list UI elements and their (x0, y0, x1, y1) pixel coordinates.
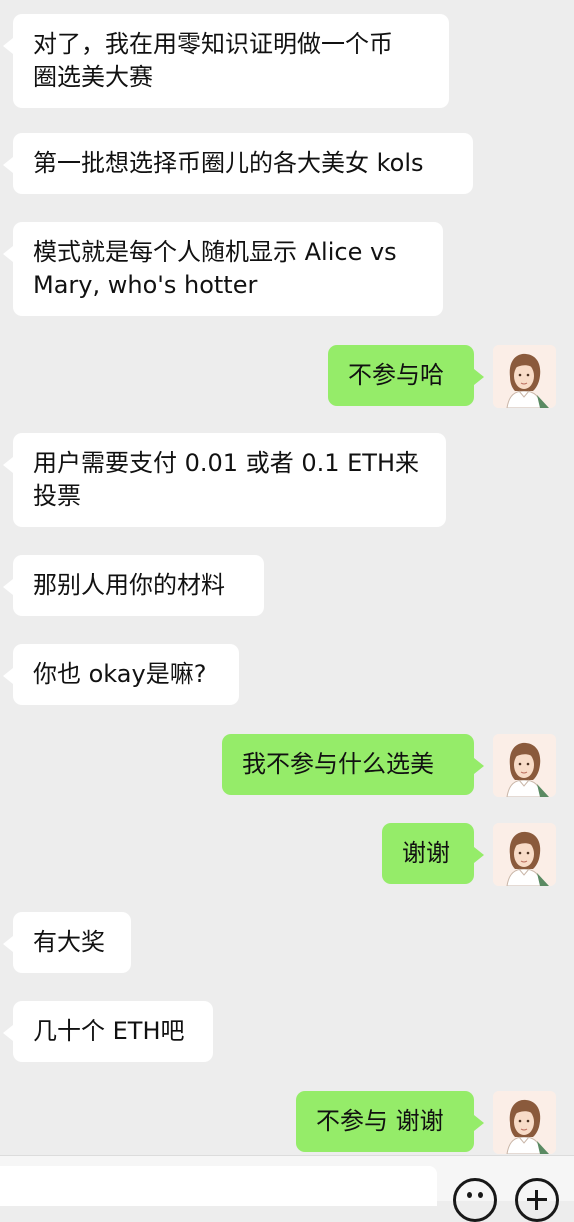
message-bubble-outgoing[interactable]: 谢谢 (382, 823, 484, 884)
chat-message-list[interactable]: 对了，我在用零知识证明做一个币 圈选美大赛 第一批想选择币圈儿的各大美女 kol… (0, 0, 574, 1155)
emoji-eye-left (467, 1192, 472, 1198)
message-bubble-incoming[interactable]: 有大奖 (3, 912, 131, 973)
user-avatar[interactable] (493, 345, 556, 408)
message-bubble-outgoing[interactable]: 不参与 谢谢 (296, 1091, 484, 1152)
avatar-illustration-icon (493, 1091, 556, 1154)
emoji-face-icon[interactable] (453, 1178, 497, 1222)
plus-vertical-stroke (535, 1190, 538, 1210)
message-bubble-incoming[interactable]: 对了，我在用零知识证明做一个币 圈选美大赛 (3, 14, 449, 108)
avatar-illustration-icon (493, 345, 556, 408)
avatar-illustration-icon (493, 734, 556, 797)
emoji-eye-right (478, 1192, 483, 1198)
message-bubble-incoming[interactable]: 那别人用你的材料 (3, 555, 264, 616)
user-avatar[interactable] (493, 734, 556, 797)
message-bubble-incoming[interactable]: 你也 okay是嘛? (3, 644, 239, 705)
message-bubble-incoming[interactable]: 第一批想选择币圈儿的各大美女 kols (3, 133, 473, 194)
avatar-illustration-icon (493, 823, 556, 886)
user-avatar[interactable] (493, 1091, 556, 1154)
message-bubble-outgoing[interactable]: 我不参与什么选美 (222, 734, 484, 795)
message-input-field[interactable] (0, 1166, 437, 1206)
message-bubble-outgoing[interactable]: 不参与哈 (328, 345, 484, 406)
plus-circle-icon[interactable] (515, 1178, 559, 1222)
message-bubble-incoming[interactable]: 用户需要支付 0.01 或者 0.1 ETH来 投票 (3, 433, 446, 527)
message-bubble-incoming[interactable]: 模式就是每个人随机显示 Alice vs Mary, who's hotter (3, 222, 443, 316)
message-input-bar (0, 1155, 574, 1222)
message-bubble-incoming[interactable]: 几十个 ETH吧 (3, 1001, 213, 1062)
user-avatar[interactable] (493, 823, 556, 886)
